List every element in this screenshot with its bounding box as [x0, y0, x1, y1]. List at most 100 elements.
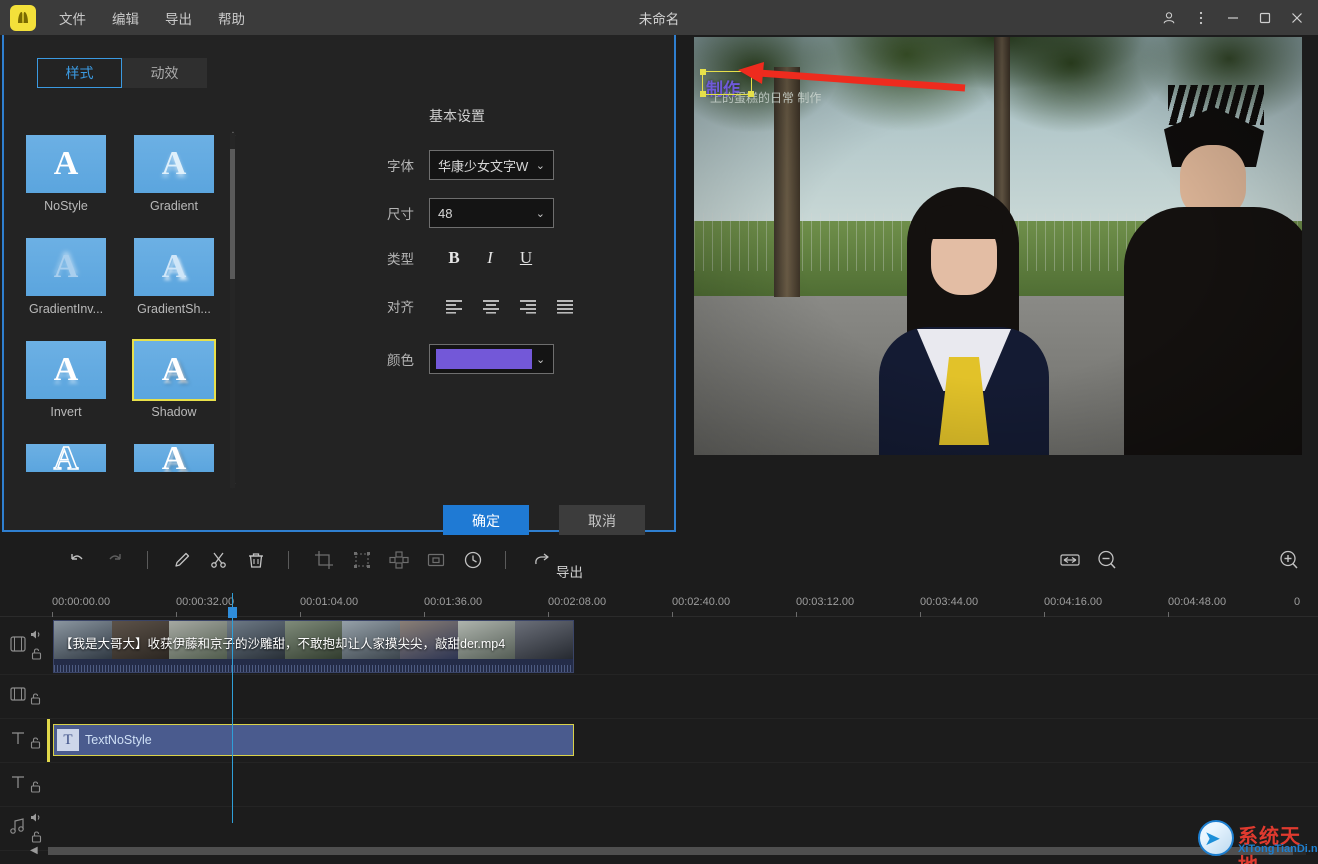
- minimize-button[interactable]: [1218, 0, 1248, 35]
- transform-icon[interactable]: [345, 543, 379, 577]
- ruler-tick-label: 00:03:44.00: [920, 596, 978, 608]
- style-item-nostyle[interactable]: A NoStyle: [26, 135, 106, 213]
- font-select[interactable]: 华康少女文字W ⌄: [429, 150, 554, 180]
- menu-edit[interactable]: 编辑: [101, 2, 150, 34]
- track-headers: [0, 618, 50, 851]
- menu-help[interactable]: 帮助: [207, 2, 256, 34]
- style-list[interactable]: A NoStyle A Gradient A GradientInv... A …: [26, 135, 232, 505]
- style-item-label: Gradient: [134, 199, 214, 213]
- playhead[interactable]: [232, 593, 233, 823]
- ruler-tick-label: 00:02:08.00: [548, 596, 606, 608]
- italic-button[interactable]: I: [475, 245, 505, 271]
- timeline-panel: 导出 00:00:00.00 00:00:32.00 00:01:04.00 0…: [0, 535, 1318, 864]
- track-header-text-2[interactable]: [0, 763, 50, 807]
- unlock-icon[interactable]: [31, 647, 42, 665]
- text-clip[interactable]: T TextNoStyle: [53, 724, 574, 756]
- ruler-tick-label: 0: [1294, 596, 1300, 608]
- align-left-icon[interactable]: [439, 294, 469, 318]
- align-right-icon[interactable]: [513, 294, 543, 318]
- zoom-out-icon[interactable]: [1090, 543, 1124, 577]
- style-item-invert[interactable]: A Invert: [26, 341, 106, 419]
- fit-to-window-icon[interactable]: [1053, 543, 1087, 577]
- app-logo-icon: [10, 5, 36, 31]
- style-thumb: A: [134, 135, 214, 193]
- preview-panel: 上的蛋糕的日常 制作 制作: [680, 35, 1318, 532]
- video-clip[interactable]: 【我是大哥大】收获伊藤和京子的沙雕甜，不敢抱却让人家摸尖尖，敲甜der.mp4: [53, 620, 574, 673]
- text-track-icon: [9, 728, 27, 753]
- style-thumb-selected: A: [134, 341, 214, 399]
- unlock-icon[interactable]: [30, 780, 41, 798]
- scroll-left-arrow[interactable]: ◀: [30, 845, 38, 856]
- track-header-text-1[interactable]: [0, 719, 50, 763]
- maximize-button[interactable]: [1250, 0, 1280, 35]
- track-header-video-1[interactable]: [0, 618, 50, 675]
- style-thumb: A: [26, 341, 106, 399]
- track-header-video-2[interactable]: [0, 675, 50, 719]
- settings-title: 基本设置: [429, 106, 485, 126]
- speaker-icon[interactable]: [30, 810, 42, 828]
- text-style-dialog: 样式 动效 A NoStyle A Gradient A GradientInv…: [2, 35, 676, 532]
- color-picker[interactable]: ⌄: [429, 344, 554, 374]
- style-thumb: A: [134, 444, 214, 472]
- style-item-partial-1[interactable]: A: [26, 444, 106, 472]
- timeline-toolbar: 导出: [0, 543, 1318, 585]
- split-icon[interactable]: [202, 543, 236, 577]
- more-vertical-icon[interactable]: [1186, 0, 1216, 35]
- export-label[interactable]: 导出: [556, 561, 583, 581]
- align-justify-icon[interactable]: [550, 294, 580, 318]
- style-thumb: A: [26, 238, 106, 296]
- export-icon[interactable]: [526, 543, 560, 577]
- speaker-icon[interactable]: [30, 627, 42, 645]
- timeline-horizontal-scrollbar[interactable]: ◀: [0, 842, 1318, 860]
- menu-export[interactable]: 导出: [154, 2, 203, 34]
- undo-icon[interactable]: [60, 543, 94, 577]
- ruler-tick-label: 00:00:32.00: [176, 596, 234, 608]
- timeline-ruler[interactable]: 00:00:00.00 00:00:32.00 00:01:04.00 00:0…: [0, 593, 1318, 617]
- style-item-gradientshadow[interactable]: A GradientSh...: [134, 238, 214, 316]
- style-item-shadow[interactable]: A Shadow: [134, 341, 214, 419]
- crop-icon[interactable]: [307, 543, 341, 577]
- speed-icon[interactable]: [456, 543, 490, 577]
- align-center-icon[interactable]: [476, 294, 506, 318]
- tab-animation[interactable]: 动效: [122, 58, 207, 88]
- align-label: 对齐: [387, 296, 429, 316]
- delete-icon[interactable]: [239, 543, 273, 577]
- edit-icon[interactable]: [165, 543, 199, 577]
- text-clip-icon: T: [57, 729, 79, 751]
- type-row: 类型 B I U: [387, 245, 541, 271]
- video-editor-window: 文件 编辑 导出 帮助 未命名 样式 动: [0, 0, 1318, 864]
- account-icon[interactable]: [1154, 0, 1184, 35]
- style-item-partial-2[interactable]: A: [134, 444, 214, 472]
- bold-button[interactable]: B: [439, 245, 469, 271]
- title-bar: 文件 编辑 导出 帮助 未命名: [0, 0, 1318, 35]
- track-lane-video-1[interactable]: 【我是大哥大】收获伊藤和京子的沙雕甜，不敢抱却让人家摸尖尖，敲甜der.mp4: [50, 618, 1318, 675]
- cancel-button[interactable]: 取消: [559, 505, 645, 536]
- scrollbar-thumb[interactable]: [48, 847, 1293, 855]
- confirm-button[interactable]: 确定: [443, 505, 529, 536]
- mosaic-icon[interactable]: [382, 543, 416, 577]
- zoom-in-icon[interactable]: [1272, 543, 1306, 577]
- tab-style[interactable]: 样式: [37, 58, 122, 88]
- track-lane-video-2[interactable]: [50, 675, 1318, 719]
- track-lane-text-1[interactable]: T TextNoStyle: [50, 719, 1318, 763]
- track-lane-text-2[interactable]: [50, 763, 1318, 807]
- menu-file[interactable]: 文件: [48, 2, 97, 34]
- audio-track-icon: [9, 816, 27, 841]
- underline-button[interactable]: U: [511, 245, 541, 271]
- style-list-scrollbar[interactable]: [230, 133, 235, 488]
- close-button[interactable]: [1282, 0, 1312, 35]
- unlock-icon[interactable]: [30, 736, 41, 754]
- font-row: 字体 华康少女文字W ⌄: [387, 150, 554, 180]
- style-item-gradientinvert[interactable]: A GradientInv...: [26, 238, 106, 316]
- style-thumb: A: [134, 238, 214, 296]
- ruler-tick-label: 00:00:00.00: [52, 596, 110, 608]
- redo-icon[interactable]: [98, 543, 132, 577]
- style-item-gradient[interactable]: A Gradient: [134, 135, 214, 213]
- watermark-main-text: 系统天地: [1238, 820, 1310, 864]
- video-clip-title: 【我是大哥大】收获伊藤和京子的沙雕甜，不敢抱却让人家摸尖尖，敲甜der.mp4: [60, 633, 505, 652]
- style-thumb: A: [26, 444, 106, 472]
- pip-icon[interactable]: [419, 543, 453, 577]
- text-track-icon: [9, 772, 27, 797]
- unlock-icon[interactable]: [30, 692, 41, 710]
- size-select[interactable]: 48 ⌄: [429, 198, 554, 228]
